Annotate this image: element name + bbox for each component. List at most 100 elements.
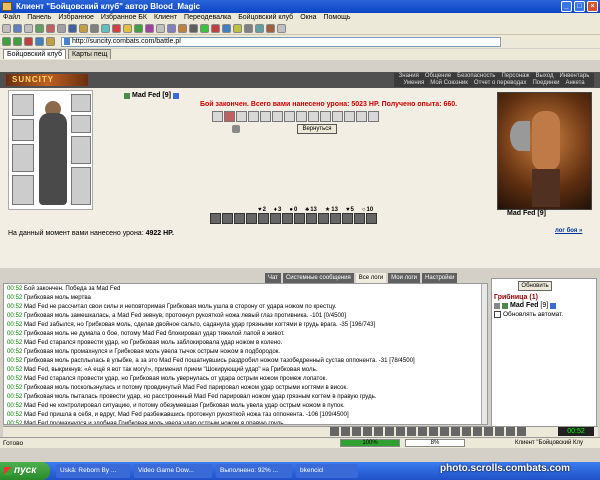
back-icon[interactable] <box>2 37 11 46</box>
chat-tool-icon[interactable] <box>429 427 438 436</box>
nav-skills[interactable]: Умения <box>403 80 424 87</box>
toolbar-icon[interactable] <box>244 24 253 33</box>
action-slot[interactable] <box>356 111 367 122</box>
chat-timestamp[interactable]: 00:52 <box>7 411 22 418</box>
armor-slot[interactable] <box>12 175 34 205</box>
tab-settings[interactable]: Настройки <box>422 273 458 283</box>
menu-windows[interactable]: Окна <box>300 13 316 23</box>
chat-tool-icon[interactable] <box>440 427 449 436</box>
menu-favorites-bk[interactable]: Избранное БК <box>101 13 147 23</box>
player-name[interactable]: Mad Fed <box>132 92 160 99</box>
chat-timestamp[interactable]: 00:52 <box>7 402 22 409</box>
chat-timestamp[interactable]: 00:52 <box>7 357 22 364</box>
chat-tool-icon[interactable] <box>407 427 416 436</box>
tab-all-logs[interactable]: Все логи <box>355 273 387 283</box>
nav-profile[interactable]: Анкета <box>565 80 584 87</box>
belt-slot[interactable] <box>258 213 269 224</box>
action-slot[interactable] <box>332 111 343 122</box>
toolbar-icon[interactable] <box>167 24 176 33</box>
toolbar-icon[interactable] <box>178 24 187 33</box>
toolbar-icon[interactable] <box>145 24 154 33</box>
chat-timestamp[interactable]: 00:52 <box>7 339 22 346</box>
address-input[interactable]: http://suncity.combats.com/battle.pl <box>61 36 501 47</box>
menu-favorites[interactable]: Избранное <box>58 13 93 23</box>
taskbar-item[interactable]: bkencicl <box>296 464 358 478</box>
chat-timestamp[interactable]: 00:52 <box>7 330 22 337</box>
chat-timestamp[interactable]: 00:52 <box>7 384 22 391</box>
chat-tool-icon[interactable] <box>517 427 526 436</box>
chat-tool-icon[interactable] <box>385 427 394 436</box>
toolbar-icon[interactable] <box>222 24 231 33</box>
battle-log-link[interactable]: лог боя » <box>555 228 582 234</box>
tab-cave-maps[interactable]: Карты пещ <box>68 49 112 59</box>
toolbar-icon[interactable] <box>24 24 33 33</box>
chat-tool-icon[interactable] <box>352 427 361 436</box>
chat-timestamp[interactable]: 00:52 <box>7 348 22 355</box>
action-slot[interactable] <box>296 111 307 122</box>
chat-tool-icon[interactable] <box>341 427 350 436</box>
close-icon[interactable]: × <box>587 1 598 12</box>
chat-tool-icon[interactable] <box>363 427 372 436</box>
toolbar-icon[interactable] <box>266 24 275 33</box>
chat-tool-icon[interactable] <box>506 427 515 436</box>
menu-client[interactable]: Клиент <box>154 13 177 23</box>
belt-slot[interactable] <box>270 213 281 224</box>
chat-timestamp[interactable]: 00:52 <box>7 285 22 292</box>
action-slot[interactable] <box>248 111 259 122</box>
toolbar-icon[interactable] <box>35 24 44 33</box>
chat-tool-icon[interactable] <box>462 427 471 436</box>
chat-tool-icon[interactable] <box>396 427 405 436</box>
ring-slot[interactable] <box>71 115 91 133</box>
toolbar-icon[interactable] <box>156 24 165 33</box>
action-slot[interactable] <box>308 111 319 122</box>
action-slot[interactable] <box>224 111 235 122</box>
minimize-icon[interactable]: _ <box>561 1 572 12</box>
toolbar-icon[interactable] <box>68 24 77 33</box>
toolbar-icon[interactable] <box>200 24 209 33</box>
toolbar-icon[interactable] <box>112 24 121 33</box>
belt-slot[interactable] <box>246 213 257 224</box>
chat-timestamp[interactable]: 00:52 <box>7 312 22 319</box>
home-icon[interactable] <box>46 37 55 46</box>
belt-slot[interactable] <box>234 213 245 224</box>
nav-transfers[interactable]: Отчет о переводах <box>474 80 527 87</box>
nav-inventory[interactable]: Инвентарь <box>559 73 589 80</box>
taskbar-item[interactable]: Uskä: Reborn By ... <box>56 464 130 478</box>
toolbar-icon[interactable] <box>90 24 99 33</box>
action-slot[interactable] <box>320 111 331 122</box>
chat-tool-icon[interactable] <box>451 427 460 436</box>
toolbar-icon[interactable] <box>46 24 55 33</box>
chat-tool-icon[interactable] <box>484 427 493 436</box>
gloves-slot[interactable] <box>71 136 91 164</box>
private-message-icon[interactable] <box>494 302 500 309</box>
nav-character[interactable]: Персонаж <box>501 73 529 80</box>
helmet-slot[interactable] <box>12 94 34 116</box>
belt-slot[interactable] <box>330 213 341 224</box>
taskbar-item[interactable]: Video Game Dow... <box>134 464 212 478</box>
member-name[interactable]: Mad Fed <box>510 302 538 309</box>
chat-tool-icon[interactable] <box>374 427 383 436</box>
chat-timestamp[interactable]: 00:52 <box>7 393 22 400</box>
boots-slot[interactable] <box>71 167 91 205</box>
chat-timestamp[interactable]: 00:52 <box>7 375 22 382</box>
toolbar-icon[interactable] <box>101 24 110 33</box>
nav-battles[interactable]: Поединки <box>532 80 559 87</box>
toolbar-icon[interactable] <box>13 24 22 33</box>
nav-knowledge[interactable]: Знания <box>399 73 419 80</box>
chat-timestamp[interactable]: 00:52 <box>7 420 22 424</box>
menu-file[interactable]: Файл <box>3 13 20 23</box>
amulet-slot[interactable] <box>12 119 34 141</box>
nav-ally[interactable]: Мой Союзник <box>430 80 468 87</box>
belt-slot[interactable] <box>294 213 305 224</box>
action-slot[interactable] <box>260 111 271 122</box>
earring-slot[interactable] <box>71 94 91 112</box>
action-slot[interactable] <box>284 111 295 122</box>
nav-security[interactable]: Безопасность <box>457 73 495 80</box>
action-slot[interactable] <box>272 111 283 122</box>
info-icon[interactable] <box>172 92 179 99</box>
toolbar-icon[interactable] <box>123 24 132 33</box>
belt-slot[interactable] <box>282 213 293 224</box>
tab-chat[interactable]: Чат <box>265 273 281 283</box>
belt-slot[interactable] <box>210 213 221 224</box>
auto-refresh-checkbox[interactable] <box>494 311 501 318</box>
